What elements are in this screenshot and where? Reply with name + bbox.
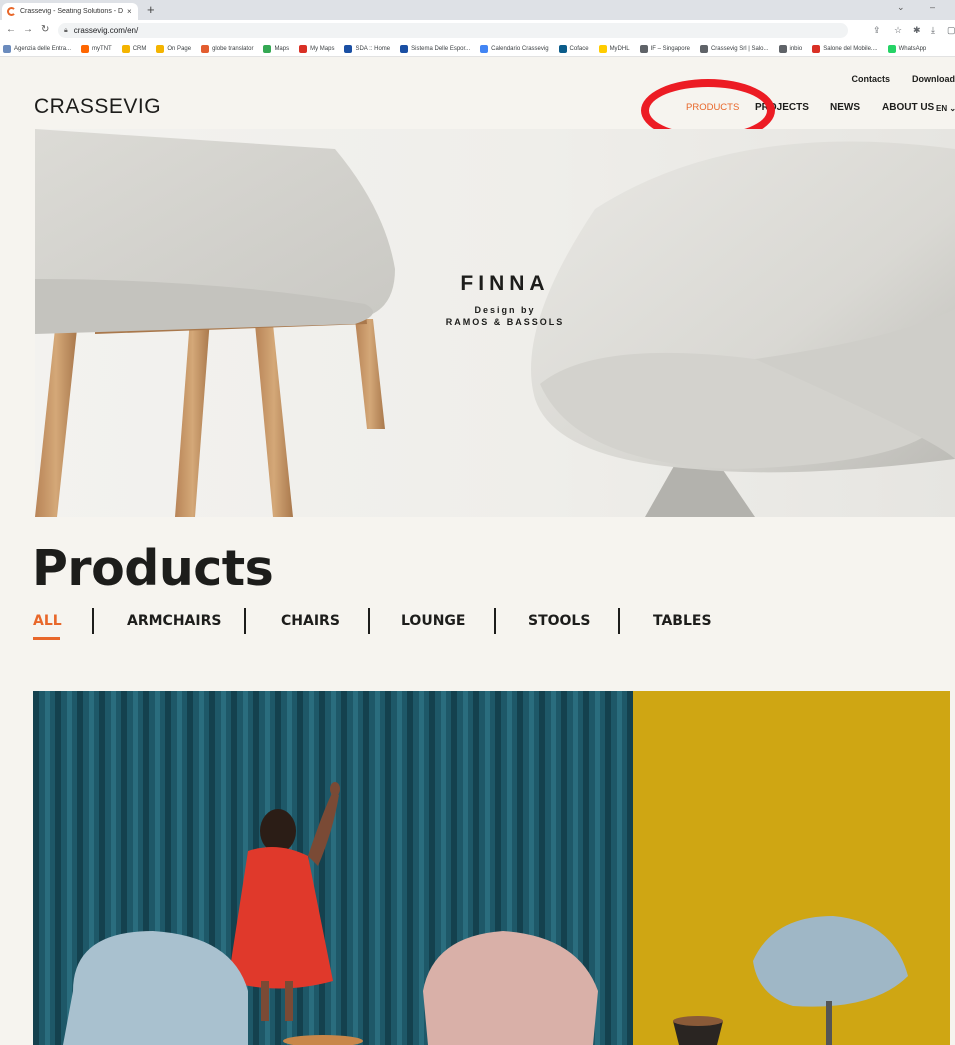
download-icon[interactable]: ⤓ — [931, 25, 935, 36]
bookmark-item[interactable]: IF – Singapore — [639, 44, 690, 53]
bookmark-favicon-icon — [639, 44, 648, 53]
bookmark-item[interactable]: Calendario Crassevig — [480, 44, 549, 53]
top-links: Contacts Download — [851, 74, 955, 84]
bookmark-favicon-icon — [558, 44, 567, 53]
bookmark-favicon-icon — [598, 44, 607, 53]
bookmark-item[interactable]: WhatsApp — [887, 44, 927, 53]
forward-icon[interactable]: → — [23, 24, 33, 35]
bookmark-favicon-icon — [778, 44, 787, 53]
lounge-chairs-illustration — [33, 691, 950, 1045]
bookmark-label: SDA :: Home — [355, 45, 391, 52]
bookmark-item[interactable]: Agenzia delle Entra... — [3, 44, 72, 53]
lock-icon: 🔒︎ — [64, 26, 68, 34]
bookmark-favicon-icon — [887, 44, 896, 53]
new-tab-button[interactable]: + — [147, 2, 155, 17]
bookmark-item[interactable]: Maps — [263, 44, 290, 53]
products-heading: Products — [32, 540, 274, 597]
bookmark-favicon-icon — [201, 44, 210, 53]
browser-tabstrip: Crassevig - Seating Solutions - D × + ⌄ … — [0, 0, 955, 20]
bookmark-item[interactable]: My Maps — [299, 44, 335, 53]
bookmark-label: Coface — [569, 45, 589, 52]
contacts-link[interactable]: Contacts — [851, 74, 890, 84]
bookmark-label: Agenzia delle Entra... — [14, 45, 72, 52]
nav-news[interactable]: NEWS — [830, 102, 860, 113]
download-link[interactable]: Download — [912, 74, 955, 84]
language-selector[interactable]: EN ⌄ — [936, 104, 955, 113]
bookmark-favicon-icon — [400, 44, 409, 53]
filter-chairs[interactable]: CHAIRS — [281, 613, 340, 629]
filter-separator — [494, 608, 496, 634]
filter-separator — [368, 608, 370, 634]
bookmark-label: inbio — [789, 45, 803, 52]
bookmark-item[interactable]: inbio — [778, 44, 803, 53]
filter-separator — [244, 608, 246, 634]
bookmark-item[interactable]: Coface — [558, 44, 589, 53]
reload-icon[interactable]: ↻ — [41, 24, 49, 35]
bookmark-label: Crassevig Srl | Salo... — [710, 45, 769, 52]
site-favicon-icon — [7, 7, 16, 16]
bookmark-favicon-icon — [121, 44, 130, 53]
bookmark-label: globe translator — [212, 45, 254, 52]
hero-banner[interactable]: FINNA Design by RAMOS & BASSOLS — [35, 129, 955, 517]
bookmark-label: myTNT — [92, 45, 112, 52]
browser-toolbar: ← → ↻ 🔒︎ crassevig.com/en/ ⇪ ☆ ✱ ⤓ ▢ — [0, 20, 955, 41]
back-icon[interactable]: ← — [6, 24, 16, 35]
bookmark-favicon-icon — [3, 44, 11, 53]
bookmark-label: Maps — [274, 45, 290, 52]
bookmark-favicon-icon — [263, 44, 272, 53]
sidepanel-icon[interactable]: ▢ — [947, 25, 955, 36]
filter-separator — [92, 608, 94, 634]
bookmark-item[interactable]: myTNT — [81, 44, 112, 53]
product-scene-image[interactable] — [33, 691, 950, 1045]
filter-stools[interactable]: STOOLS — [528, 613, 590, 629]
filter-lounge[interactable]: LOUNGE — [401, 613, 465, 629]
bookmark-item[interactable]: MyDHL — [598, 44, 630, 53]
bookmark-label: Salone del Mobile.... — [823, 45, 878, 52]
filter-separator — [618, 608, 620, 634]
filter-tables[interactable]: TABLES — [653, 613, 712, 629]
filter-armchairs[interactable]: ARMCHAIRS — [127, 613, 221, 629]
hero-designer: RAMOS & BASSOLS — [445, 317, 565, 327]
bookmark-favicon-icon — [480, 44, 489, 53]
hero-title: FINNA — [460, 272, 550, 295]
bookmark-label: MyDHL — [609, 45, 630, 52]
bookmark-star-icon[interactable]: ☆ — [894, 25, 902, 36]
bookmark-favicon-icon — [699, 44, 708, 53]
bookmark-label: Calendario Crassevig — [491, 45, 549, 52]
share-icon[interactable]: ⇪ — [873, 25, 881, 36]
extensions-icon[interactable]: ✱ — [913, 25, 921, 36]
bookmark-label: CRM — [132, 45, 147, 52]
crassevig-logo[interactable]: CRASSEVIG — [34, 95, 161, 119]
url-text: crassevig.com/en/ — [73, 26, 139, 35]
active-filter-underline — [33, 637, 60, 640]
bookmark-favicon-icon — [81, 44, 90, 53]
bookmark-favicon-icon — [156, 44, 165, 53]
bookmark-favicon-icon — [299, 44, 308, 53]
bookmark-item[interactable]: CRM — [121, 44, 147, 53]
bookmark-favicon-icon — [812, 44, 821, 53]
bookmark-item[interactable]: Sistema Delle Espor... — [400, 44, 471, 53]
filter-all[interactable]: ALL — [33, 613, 62, 629]
tab-title: Crassevig - Seating Solutions - D — [20, 8, 124, 15]
bookmark-label: IF – Singapore — [650, 45, 690, 52]
bookmark-label: Sistema Delle Espor... — [411, 45, 471, 52]
browser-tab[interactable]: Crassevig - Seating Solutions - D × — [2, 3, 138, 20]
bookmark-label: On Page — [167, 45, 192, 52]
bookmark-label: My Maps — [310, 45, 335, 52]
bookmark-item[interactable]: Salone del Mobile.... — [812, 44, 878, 53]
tab-close-icon[interactable]: × — [127, 7, 132, 16]
bookmark-item[interactable]: globe translator — [201, 44, 254, 53]
hero-design-by: Design by — [474, 305, 536, 315]
bookmark-item[interactable]: On Page — [156, 44, 192, 53]
bookmark-item[interactable]: SDA :: Home — [344, 44, 391, 53]
bookmarks-bar: Agenzia delle Entra... myTNT CRM On Page glo… — [0, 41, 955, 57]
minimize-icon[interactable]: – — [930, 2, 935, 12]
web-page: Contacts Download CRASSEVIG PRODUCTS PRO… — [0, 57, 955, 1045]
tab-search-icon[interactable]: ⌄ — [897, 2, 905, 13]
bookmark-label: WhatsApp — [898, 45, 927, 52]
bookmark-favicon-icon — [344, 44, 353, 53]
address-bar[interactable]: 🔒︎ crassevig.com/en/ — [58, 23, 848, 38]
bookmark-item[interactable]: Crassevig Srl | Salo... — [699, 44, 769, 53]
nav-about-us[interactable]: ABOUT US — [882, 102, 934, 113]
